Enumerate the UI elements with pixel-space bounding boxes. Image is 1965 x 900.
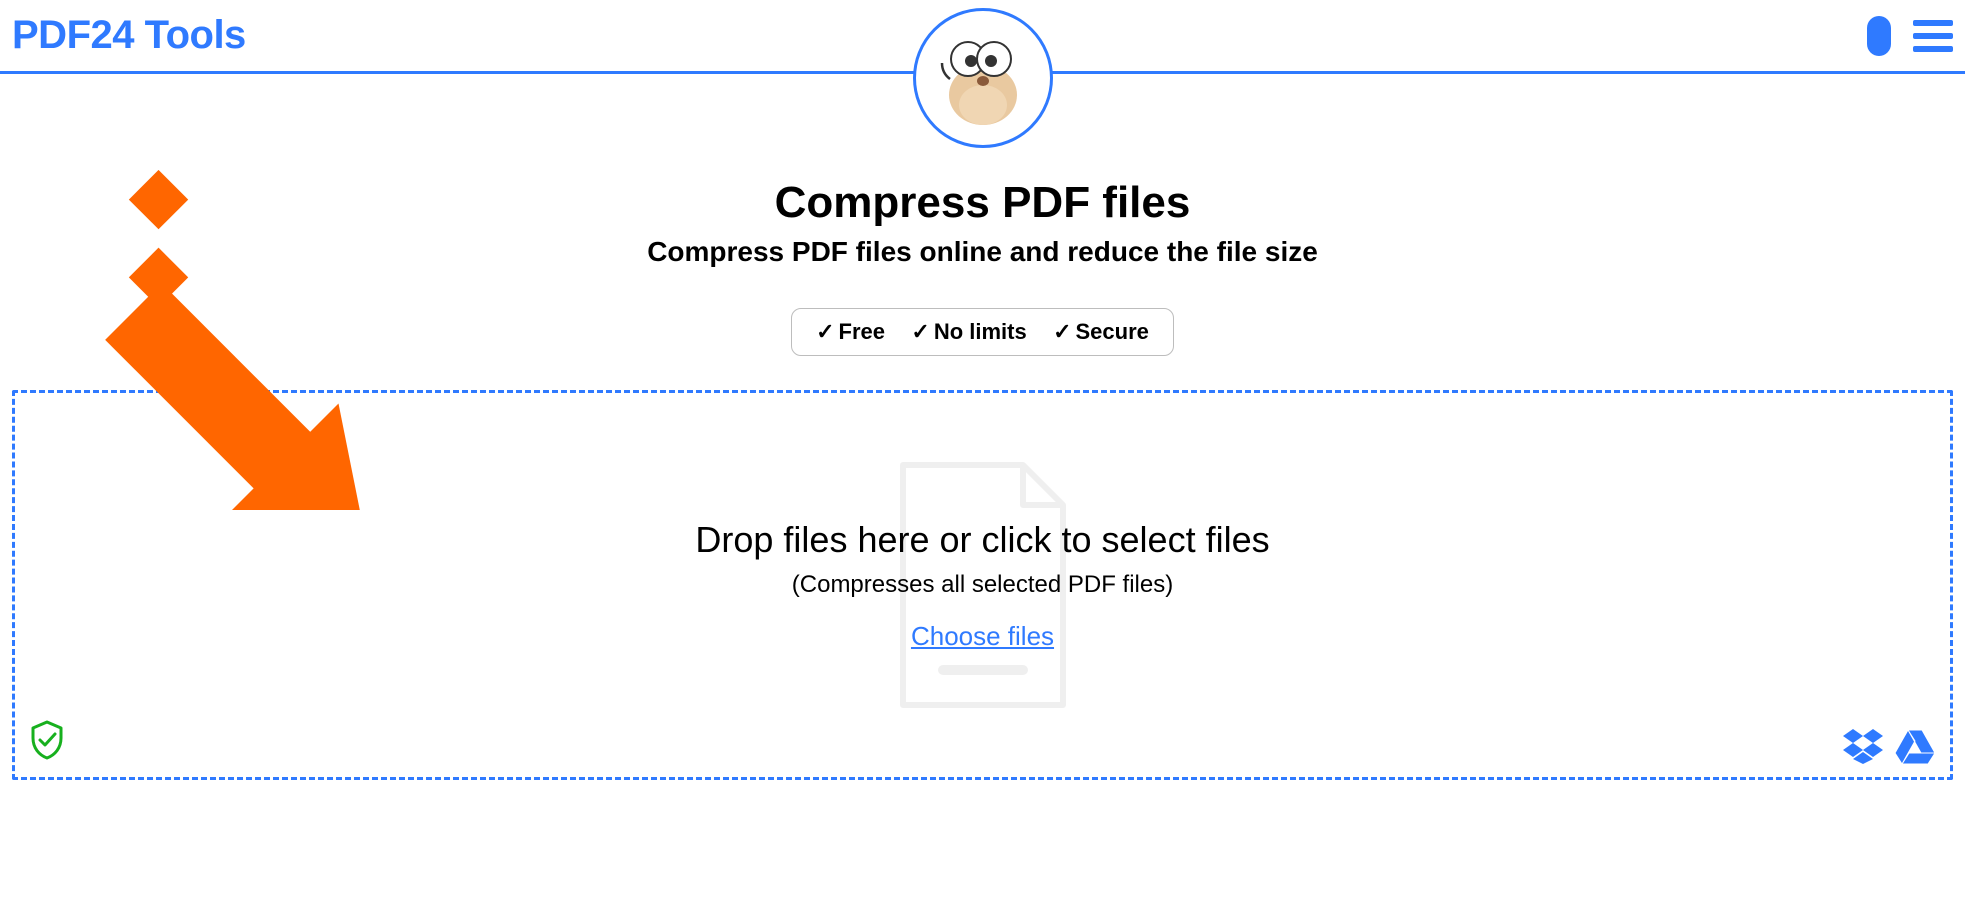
shield-check-icon bbox=[29, 720, 65, 760]
dropzone-subtitle: (Compresses all selected PDF files) bbox=[792, 571, 1173, 599]
security-badge[interactable] bbox=[29, 720, 65, 765]
scroll-indicator-icon[interactable] bbox=[1867, 16, 1891, 56]
main-content: Compress PDF files Compress PDF files on… bbox=[0, 74, 1965, 780]
brand-logo[interactable]: PDF24 Tools bbox=[12, 13, 246, 58]
cloud-import-buttons bbox=[1842, 727, 1936, 765]
dropzone-title: Drop files here or click to select files bbox=[695, 519, 1269, 561]
page-title: Compress PDF files bbox=[0, 178, 1965, 228]
file-dropzone[interactable]: Drop files here or click to select files… bbox=[12, 390, 1953, 780]
header-actions bbox=[1867, 16, 1953, 56]
dropbox-icon[interactable] bbox=[1842, 727, 1884, 765]
badge-nolimits: No limits bbox=[934, 319, 1027, 344]
mascot-avatar bbox=[913, 8, 1053, 148]
choose-files-link[interactable]: Choose files bbox=[911, 621, 1054, 652]
badge-free: Free bbox=[839, 319, 885, 344]
menu-icon[interactable] bbox=[1913, 20, 1953, 52]
page-subtitle: Compress PDF files online and reduce the… bbox=[0, 236, 1965, 268]
badge-secure: Secure bbox=[1076, 319, 1149, 344]
google-drive-icon[interactable] bbox=[1894, 727, 1936, 765]
feature-badges: ✓Free ✓No limits ✓Secure bbox=[791, 308, 1174, 356]
sheep-mascot-icon bbox=[928, 23, 1038, 133]
